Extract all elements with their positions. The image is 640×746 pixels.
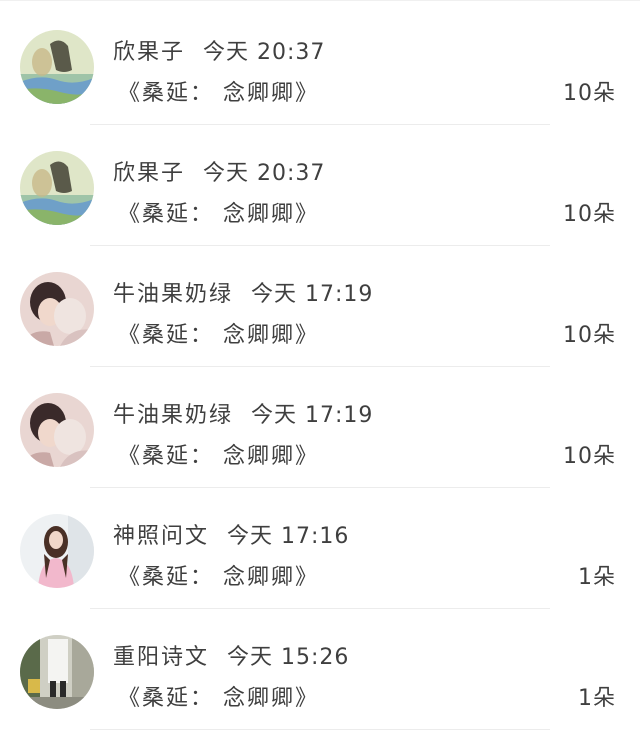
sender-name: 欣果子 今天 20:37 <box>113 161 326 186</box>
flower-count: 1朵 <box>578 686 616 711</box>
timestamp: 今天 20:37 <box>203 161 326 186</box>
avatar-landscape-icon[interactable] <box>20 151 94 225</box>
avatar-couple-icon[interactable] <box>20 393 94 467</box>
book-title: 《桑延： 念卿卿》 <box>118 202 319 227</box>
flower-count: 10朵 <box>563 323 616 348</box>
timestamp: 今天 17:19 <box>251 282 374 307</box>
book-title: 《桑延： 念卿卿》 <box>118 323 319 348</box>
list-item[interactable]: 欣果子 今天 20:37 《桑延： 念卿卿》 10朵 <box>0 125 640 246</box>
book-title: 《桑延： 念卿卿》 <box>118 444 319 469</box>
flower-count: 10朵 <box>563 81 616 106</box>
avatar-couple-icon[interactable] <box>20 272 94 346</box>
sender-name: 重阳诗文 今天 15:26 <box>113 645 350 670</box>
timestamp: 今天 17:16 <box>227 524 350 549</box>
timestamp: 今天 20:37 <box>203 40 326 65</box>
book-title: 《桑延： 念卿卿》 <box>118 81 319 106</box>
avatar-girl-icon[interactable] <box>20 514 94 588</box>
timestamp: 今天 17:19 <box>251 403 374 428</box>
divider <box>90 729 550 730</box>
flower-count: 10朵 <box>563 202 616 227</box>
sender-name: 神照问文 今天 17:16 <box>113 524 350 549</box>
list-item[interactable]: 欣果子 今天 20:37 《桑延： 念卿卿》 10朵 <box>0 4 640 125</box>
avatar-landscape-icon[interactable] <box>20 30 94 104</box>
list-item[interactable]: 重阳诗文 今天 15:26 《桑延： 念卿卿》 1朵 <box>0 609 640 730</box>
list-item[interactable]: 牛油果奶绿 今天 17:19 《桑延： 念卿卿》 10朵 <box>0 246 640 367</box>
sender-name: 牛油果奶绿 今天 17:19 <box>113 403 374 428</box>
top-divider <box>0 0 640 1</box>
sender-name: 牛油果奶绿 今天 17:19 <box>113 282 374 307</box>
list-item[interactable]: 牛油果奶绿 今天 17:19 《桑延： 念卿卿》 10朵 <box>0 367 640 488</box>
book-title: 《桑延： 念卿卿》 <box>118 686 319 711</box>
avatar-street-icon[interactable] <box>20 635 94 709</box>
flower-count: 1朵 <box>578 565 616 590</box>
book-title: 《桑延： 念卿卿》 <box>118 565 319 590</box>
timestamp: 今天 15:26 <box>227 645 350 670</box>
sender-name: 欣果子 今天 20:37 <box>113 40 326 65</box>
list-item[interactable]: 神照问文 今天 17:16 《桑延： 念卿卿》 1朵 <box>0 488 640 609</box>
gift-list: 欣果子 今天 20:37 《桑延： 念卿卿》 10朵 欣果子 今天 20:37 《桑… <box>0 0 640 746</box>
flower-count: 10朵 <box>563 444 616 469</box>
